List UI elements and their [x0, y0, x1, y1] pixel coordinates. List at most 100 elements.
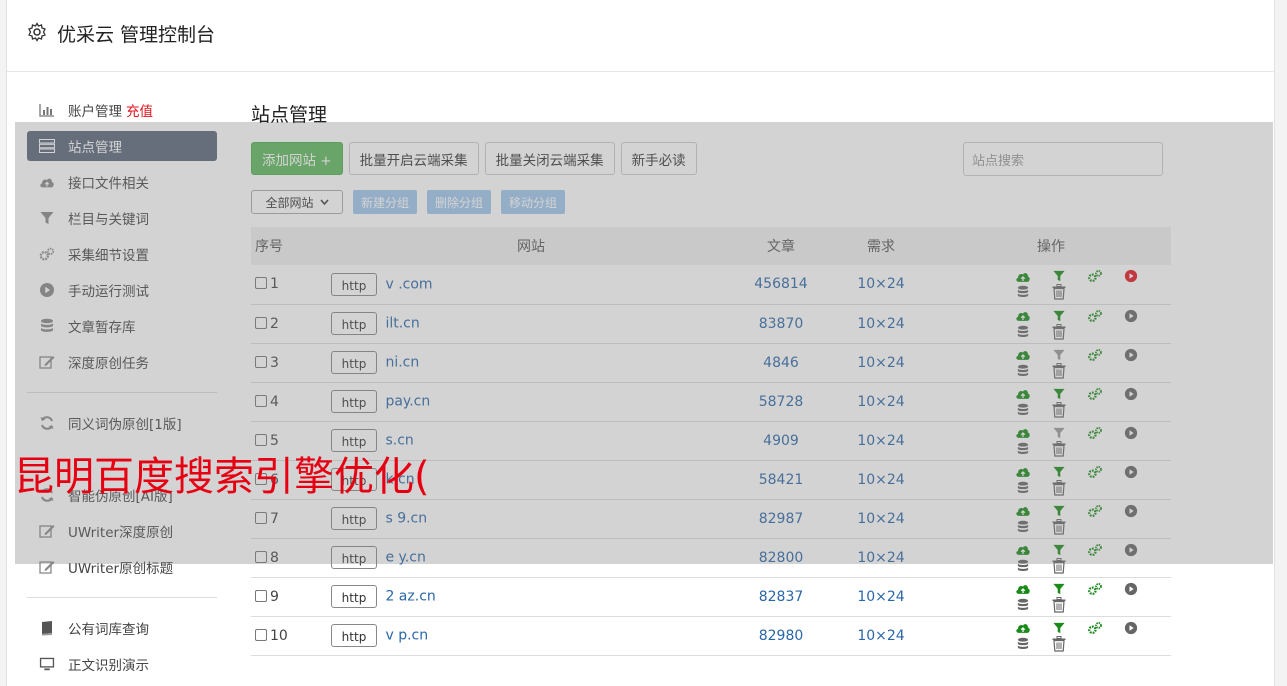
batch-close-cloud-button[interactable]: 批量关闭云端采集	[484, 142, 615, 175]
sidebar-item-collect-settings[interactable]: 采集细节设置	[27, 236, 217, 272]
filter-icon[interactable]	[1051, 386, 1067, 402]
database-icon[interactable]	[1015, 558, 1031, 574]
cloud-upload-icon[interactable]	[1015, 386, 1031, 402]
demand-value[interactable]: 10×24	[831, 421, 931, 460]
article-count[interactable]: 82837	[731, 577, 831, 616]
filter-icon[interactable]	[1051, 268, 1067, 284]
row-checkbox[interactable]	[255, 628, 267, 641]
recharge-link[interactable]: 充值	[126, 100, 153, 120]
demand-value[interactable]: 10×24	[831, 265, 931, 304]
sidebar-item-account[interactable]: 账户管理 充值	[27, 92, 217, 128]
sidebar-item-deep-original[interactable]: 深度原创任务	[27, 344, 217, 380]
trash-icon[interactable]	[1051, 557, 1067, 574]
cloud-upload-icon[interactable]	[1015, 268, 1031, 284]
sidebar-item-manual-test[interactable]: 手动运行测试	[27, 272, 217, 308]
gears-icon[interactable]	[1087, 425, 1103, 441]
cloud-upload-icon[interactable]	[1015, 308, 1031, 324]
article-count[interactable]: 82987	[731, 499, 831, 538]
trash-icon[interactable]	[1051, 635, 1067, 652]
demand-value[interactable]: 10×24	[831, 577, 931, 616]
site-link[interactable]: pay.cn	[385, 394, 430, 410]
protocol-badge[interactable]: http	[331, 272, 377, 296]
new-group-button[interactable]: 新建分组	[353, 190, 418, 214]
sidebar-item-sites[interactable]: 站点管理	[27, 131, 217, 161]
site-link[interactable]: s 9.cn	[385, 511, 427, 527]
site-search-input[interactable]: 站点搜索	[963, 142, 1163, 176]
gears-icon[interactable]	[1087, 620, 1103, 636]
trash-icon[interactable]	[1051, 362, 1067, 379]
filter-icon[interactable]	[1051, 464, 1067, 480]
cloud-upload-icon[interactable]	[1015, 620, 1031, 636]
protocol-badge[interactable]: http	[331, 351, 377, 374]
trash-icon[interactable]	[1051, 401, 1067, 418]
sidebar-item-synonym-rewrite[interactable]: 同义词伪原创[1版]	[27, 405, 217, 441]
demand-value[interactable]: 10×24	[831, 538, 931, 577]
gears-icon[interactable]	[1087, 581, 1103, 597]
cloud-upload-icon[interactable]	[1015, 464, 1031, 480]
article-count[interactable]: 58421	[731, 460, 831, 499]
row-checkbox[interactable]	[255, 511, 267, 524]
article-count[interactable]: 58728	[731, 382, 831, 421]
site-link[interactable]: v .com	[385, 276, 432, 292]
protocol-badge[interactable]: http	[331, 390, 377, 413]
article-count[interactable]: 4846	[731, 343, 831, 382]
article-count[interactable]: 82980	[731, 616, 831, 655]
trash-icon[interactable]	[1051, 596, 1067, 613]
cloud-upload-icon[interactable]	[1015, 347, 1031, 363]
gears-icon[interactable]	[1087, 308, 1103, 324]
article-count[interactable]: 4909	[731, 421, 831, 460]
gears-icon[interactable]	[1087, 464, 1103, 480]
sidebar-item-columns-keywords[interactable]: 栏目与关键词	[27, 200, 217, 236]
gears-icon[interactable]	[1087, 503, 1103, 519]
database-icon[interactable]	[1015, 324, 1031, 340]
filter-icon[interactable]	[1051, 425, 1067, 441]
database-icon[interactable]	[1015, 597, 1031, 613]
demand-value[interactable]: 10×24	[831, 343, 931, 382]
row-checkbox[interactable]	[255, 277, 267, 290]
database-icon[interactable]	[1015, 284, 1031, 300]
demand-value[interactable]: 10×24	[831, 499, 931, 538]
article-count[interactable]: 456814	[731, 265, 831, 304]
protocol-badge[interactable]: http	[331, 507, 377, 530]
filter-icon[interactable]	[1051, 308, 1067, 324]
batch-open-cloud-button[interactable]: 批量开启云端采集	[348, 142, 479, 175]
move-group-button[interactable]: 移动分组	[501, 190, 566, 214]
filter-icon[interactable]	[1051, 620, 1067, 636]
row-checkbox[interactable]	[255, 589, 267, 602]
demand-value[interactable]: 10×24	[831, 304, 931, 343]
article-count[interactable]: 82800	[731, 538, 831, 577]
play-icon[interactable]	[1123, 308, 1139, 324]
sidebar-item-interface-files[interactable]: 接口文件相关	[27, 164, 217, 200]
row-checkbox[interactable]	[255, 355, 267, 368]
database-icon[interactable]	[1015, 519, 1031, 535]
row-checkbox[interactable]	[255, 550, 267, 563]
cloud-upload-icon[interactable]	[1015, 542, 1031, 558]
play-icon[interactable]	[1123, 347, 1139, 363]
play-icon[interactable]	[1123, 542, 1139, 558]
play-icon[interactable]	[1123, 581, 1139, 597]
play-icon[interactable]	[1123, 620, 1139, 636]
filter-icon[interactable]	[1051, 542, 1067, 558]
database-icon[interactable]	[1015, 636, 1031, 652]
trash-icon[interactable]	[1051, 440, 1067, 457]
newbie-guide-button[interactable]: 新手必读	[620, 142, 697, 175]
filter-icon[interactable]	[1051, 503, 1067, 519]
trash-icon[interactable]	[1051, 479, 1067, 496]
site-link[interactable]: ni.cn	[385, 355, 419, 371]
trash-icon[interactable]	[1051, 284, 1067, 300]
delete-group-button[interactable]: 删除分组	[427, 190, 492, 214]
play-icon[interactable]	[1123, 503, 1139, 519]
cloud-upload-icon[interactable]	[1015, 425, 1031, 441]
filter-icon[interactable]	[1051, 581, 1067, 597]
database-icon[interactable]	[1015, 480, 1031, 496]
gears-icon[interactable]	[1087, 386, 1103, 402]
site-link[interactable]: e y.cn	[385, 550, 425, 566]
site-link[interactable]: ilt.cn	[385, 316, 419, 332]
site-link[interactable]: 2 az.cn	[385, 589, 435, 605]
protocol-badge[interactable]: http	[331, 585, 377, 608]
gear-icon[interactable]	[27, 22, 47, 42]
sidebar-item-public-lexicon[interactable]: 公有词库查询	[27, 610, 217, 646]
site-link[interactable]: v p.cn	[385, 628, 428, 644]
gears-icon[interactable]	[1087, 542, 1103, 558]
demand-value[interactable]: 10×24	[831, 616, 931, 655]
